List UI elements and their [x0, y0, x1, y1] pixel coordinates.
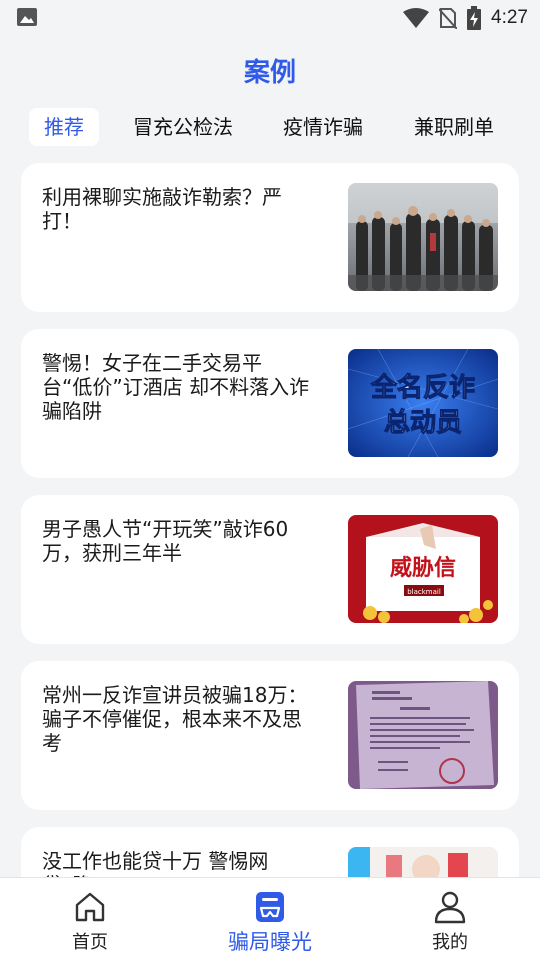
tab-impersonation[interactable]: 冒充公检法 — [133, 108, 233, 146]
nav-home[interactable]: 首页 — [30, 890, 150, 954]
nav-scam-exposure-label: 骗局曝光 — [228, 930, 312, 954]
category-tabs: 推荐 冒充公检法 疫情诈骗 兼职刷单 — [0, 108, 540, 148]
article-card[interactable]: 没工作也能贷十万 警惕网贷“隐 — [21, 827, 519, 877]
article-thumbnail: 威胁信 blackmail — [348, 515, 498, 623]
article-thumbnail — [348, 681, 498, 789]
letter-text: 威胁信 — [390, 555, 456, 581]
article-card[interactable]: 利用裸聊实施敲诈勒索？严打！ — [21, 163, 519, 312]
article-title: 男子愚人节“开玩笑”敲诈60万，获刑三年半 — [42, 517, 289, 565]
poster-text-2: 总动员 — [384, 408, 462, 438]
nav-profile[interactable]: 我的 — [390, 890, 510, 954]
article-thumbnail — [348, 183, 498, 291]
article-card[interactable]: 警惕！女子在二手交易平台“低价”订酒店 却不料落入诈骗陷阱 全名反诈 总动员 — [21, 329, 519, 478]
article-thumbnail: 全名反诈 总动员 — [348, 349, 498, 457]
tab-recommended[interactable]: 推荐 — [29, 108, 99, 146]
letter-subtext: blackmail — [407, 588, 441, 596]
article-title: 没工作也能贷十万 警惕网贷“隐 — [42, 849, 269, 877]
home-icon — [75, 892, 105, 922]
article-card[interactable]: 常州一反诈宣讲员被骗18万：骗子不停催促，根本来不及思考 — [21, 661, 519, 810]
article-card[interactable]: 男子愚人节“开玩笑”敲诈60万，获刑三年半 威胁信 blackmail — [21, 495, 519, 644]
tab-part-time-brushing[interactable]: 兼职刷单 — [414, 108, 494, 146]
tab-epidemic-fraud[interactable]: 疫情诈骗 — [283, 108, 363, 146]
poster-text-1: 全名反诈 — [370, 372, 475, 403]
bottom-navigation: 首页 骗局曝光 我的 — [0, 877, 540, 961]
nav-home-label: 首页 — [72, 932, 108, 953]
profile-icon — [434, 891, 466, 924]
nav-scam-exposure[interactable]: 骗局曝光 — [210, 890, 330, 956]
page-title: 案例 — [243, 58, 296, 88]
article-thumbnail — [348, 847, 498, 877]
article-title: 常州一反诈宣讲员被骗18万：骗子不停催促，根本来不及思考 — [42, 683, 308, 755]
article-title: 警惕！女子在二手交易平台“低价”订酒店 却不料落入诈骗陷阱 — [42, 351, 310, 423]
nav-profile-label: 我的 — [432, 932, 468, 953]
exposure-icon — [256, 892, 284, 922]
article-title: 利用裸聊实施敲诈勒索？严打！ — [42, 185, 282, 233]
